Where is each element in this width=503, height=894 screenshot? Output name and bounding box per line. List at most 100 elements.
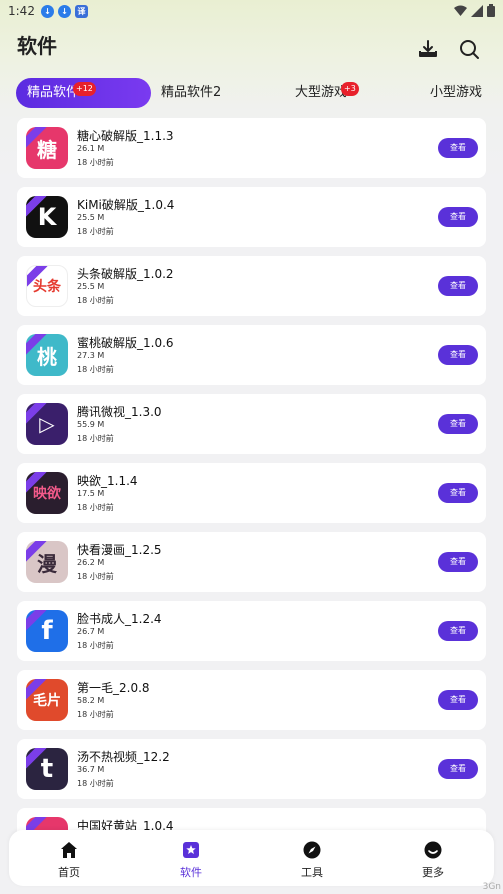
nav-label: 软件: [180, 866, 202, 879]
app-size: 25.5 M: [77, 213, 105, 222]
view-button[interactable]: 查看: [438, 552, 478, 572]
app-size: 26.2 M: [77, 558, 105, 567]
tab-label: 精品软件2: [161, 85, 222, 100]
app-time: 18 小时前: [77, 641, 114, 650]
nav-label: 首页: [58, 866, 80, 879]
app-time: 18 小时前: [77, 779, 114, 788]
nav-home[interactable]: 首页: [29, 830, 109, 886]
yingyu-app-icon: 映欲: [26, 472, 68, 514]
nav-software[interactable]: 软件: [151, 830, 231, 886]
app-name: 映欲_1.1.4: [77, 474, 138, 488]
search-button[interactable]: [458, 38, 480, 60]
list-item[interactable]: 桃 蜜桃破解版_1.0.6 27.3 M 18 小时前 查看: [17, 325, 486, 385]
download-button[interactable]: [417, 38, 439, 60]
view-button[interactable]: 查看: [438, 483, 478, 503]
view-button[interactable]: 查看: [438, 207, 478, 227]
app-name: 蜜桃破解版_1.0.6: [77, 336, 174, 350]
app-time: 18 小时前: [77, 296, 114, 305]
view-button[interactable]: 查看: [438, 759, 478, 779]
status-bar: 1:42 ↓ ↓ 译: [0, 0, 503, 22]
list-item[interactable]: K KiMi破解版_1.0.4 25.5 M 18 小时前 查看: [17, 187, 486, 247]
tab-label: 大型游戏: [295, 85, 348, 100]
weishi-app-icon: ▷: [26, 403, 68, 445]
app-name: 第一毛_2.0.8: [77, 681, 150, 695]
download-icon: ↓: [57, 4, 71, 18]
view-button[interactable]: 查看: [438, 138, 478, 158]
bottom-nav: 首页 软件 工具 更多: [9, 830, 494, 886]
app-size: 17.5 M: [77, 489, 105, 498]
app-size: 58.2 M: [77, 696, 105, 705]
diyimao-app-icon: 毛片: [26, 679, 68, 721]
app-time: 18 小时前: [77, 365, 114, 374]
app-size: 26.7 M: [77, 627, 105, 636]
nav-more[interactable]: 更多: [393, 830, 473, 886]
app-name: 糖心破解版_1.1.3: [77, 129, 174, 143]
category-tabs: 精品软件 +12 精品软件2 大型游戏 +3 小型游戏: [0, 78, 503, 108]
smile-icon: [424, 841, 442, 859]
download-icon: ↓: [40, 4, 54, 18]
app-size: 27.3 M: [77, 351, 105, 360]
app-size: 55.9 M: [77, 420, 105, 429]
app-time: 18 小时前: [77, 503, 114, 512]
list-item[interactable]: 漫 快看漫画_1.2.5 26.2 M 18 小时前 查看: [17, 532, 486, 592]
view-button[interactable]: 查看: [438, 345, 478, 365]
status-right: [454, 4, 495, 17]
app-time: 18 小时前: [77, 434, 114, 443]
kuaikan-app-icon: 漫: [26, 541, 68, 583]
list-item[interactable]: 头条 头条破解版_1.0.2 25.5 M 18 小时前 查看: [17, 256, 486, 316]
tab-label: 小型游戏: [430, 85, 483, 100]
view-button[interactable]: 查看: [438, 621, 478, 641]
translate-icon: 译: [74, 4, 88, 18]
search-icon: [460, 40, 479, 59]
app-name: KiMi破解版_1.0.4: [77, 198, 175, 212]
tab-small-games[interactable]: 小型游戏: [430, 78, 482, 108]
home-icon: [61, 842, 77, 858]
toutiao-app-icon: 头条: [26, 265, 68, 307]
view-button[interactable]: 查看: [438, 414, 478, 434]
facebook-app-icon: f: [26, 610, 68, 652]
app-name: 头条破解版_1.0.2: [77, 267, 174, 281]
watermark: 3Gn: [482, 882, 501, 892]
app-size: 25.5 M: [77, 282, 105, 291]
download-tray-icon: [419, 40, 437, 57]
tumblr-app-icon: t: [26, 748, 68, 790]
view-button[interactable]: 查看: [438, 690, 478, 710]
nav-label: 工具: [301, 866, 323, 879]
app-time: 18 小时前: [77, 227, 114, 236]
app-name: 脸书成人_1.2.4: [77, 612, 162, 626]
list-item[interactable]: 糖 糖心破解版_1.1.3 26.1 M 18 小时前 查看: [17, 118, 486, 178]
list-item[interactable]: 映欲 映欲_1.1.4 17.5 M 18 小时前 查看: [17, 463, 486, 523]
wifi-icon: [454, 5, 467, 16]
tab-large-games[interactable]: 大型游戏 +3: [295, 78, 359, 108]
signal-icon: [471, 4, 483, 17]
app-size: 26.1 M: [77, 144, 105, 153]
list-item[interactable]: f 脸书成人_1.2.4 26.7 M 18 小时前 查看: [17, 601, 486, 661]
mitao-app-icon: 桃: [26, 334, 68, 376]
app-name: 腾讯微视_1.3.0: [77, 405, 162, 419]
list-item[interactable]: 毛片 第一毛_2.0.8 58.2 M 18 小时前 查看: [17, 670, 486, 730]
header: 软件: [0, 26, 503, 70]
kimi-app-icon: K: [26, 196, 68, 238]
tab-jingpin2[interactable]: 精品软件2: [161, 78, 221, 108]
tab-badge: +12: [73, 82, 96, 96]
nav-tools[interactable]: 工具: [272, 830, 352, 886]
tab-jingpin[interactable]: 精品软件 +12: [16, 78, 151, 108]
status-time: 1:42: [8, 4, 35, 18]
app-time: 18 小时前: [77, 710, 114, 719]
app-time: 18 小时前: [77, 158, 114, 167]
app-name: 汤不热视频_12.2: [77, 750, 170, 764]
view-button[interactable]: 查看: [438, 276, 478, 296]
battery-icon: [487, 4, 495, 17]
compass-icon: [303, 841, 321, 859]
page-title: 软件: [17, 34, 57, 58]
tangxin-app-icon: 糖: [26, 127, 68, 169]
app-size: 36.7 M: [77, 765, 105, 774]
list-item[interactable]: ▷ 腾讯微视_1.3.0 55.9 M 18 小时前 查看: [17, 394, 486, 454]
app-name: 快看漫画_1.2.5: [77, 543, 162, 557]
tab-label: 精品软件: [27, 85, 80, 100]
app-time: 18 小时前: [77, 572, 114, 581]
nav-label: 更多: [422, 866, 444, 879]
list-item[interactable]: t 汤不热视频_12.2 36.7 M 18 小时前 查看: [17, 739, 486, 799]
tab-badge: +3: [341, 82, 359, 96]
star-box-icon: [183, 842, 199, 858]
